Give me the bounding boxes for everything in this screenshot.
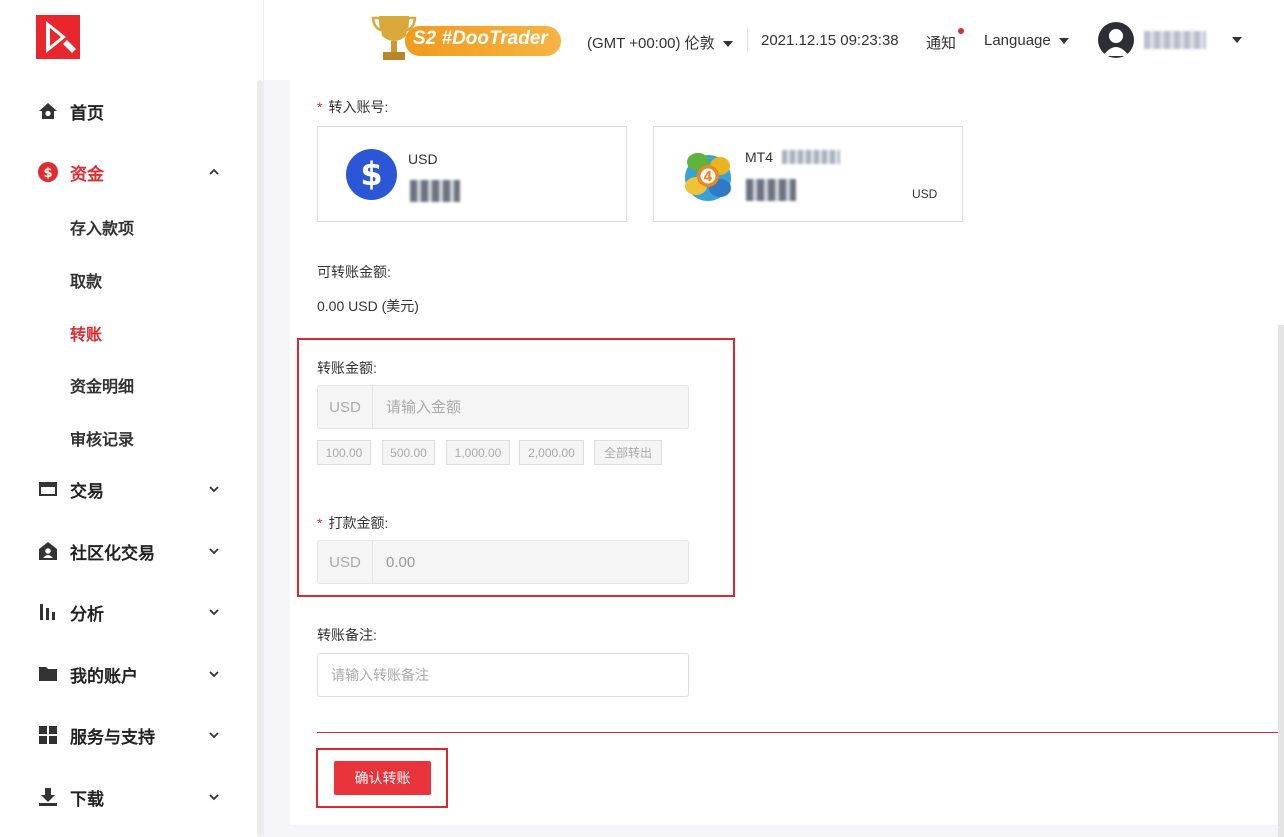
user-menu-caret-icon[interactable] — [1232, 37, 1242, 43]
account-number-blurred — [782, 150, 840, 164]
user-home-icon — [38, 541, 58, 561]
sidebar-subitem-deposit[interactable]: 存入款项 — [70, 215, 134, 239]
top-header: S2 #DooTrader (GMT +00:00) 伦敦 2021.12.15… — [264, 0, 1284, 80]
card-currency-name: USD — [408, 151, 438, 167]
chevron-down-icon — [209, 548, 219, 555]
timezone-label: (GMT +00:00) 伦敦 — [587, 35, 715, 52]
sidebar-subitem-fund-details[interactable]: 资金明细 — [70, 373, 134, 397]
card-platform-name: MT4 — [745, 149, 773, 165]
quick-amount-500[interactable]: 500.00 — [382, 440, 435, 465]
sidebar-item-label: 首页 — [70, 103, 104, 123]
notifications-link[interactable]: 通知 — [926, 32, 956, 53]
amount-label: 转账金额: — [317, 360, 377, 376]
server-datetime: 2021.12.15 09:23:38 — [761, 32, 899, 49]
dootrader-badge[interactable]: S2 #DooTrader — [371, 10, 561, 65]
amount-input[interactable] — [373, 386, 688, 428]
sidebar-item-label: 分析 — [70, 604, 104, 624]
dollar-circle-icon: $ — [38, 162, 58, 182]
amount-input-group: USD — [317, 385, 689, 429]
language-select[interactable]: Language — [984, 32, 1069, 49]
sidebar: 首页 $ 资金 存入款项 取款 转账 资金明细 审核记录 交易 社区化交易 分析 — [0, 0, 264, 837]
sidebar-item-funds[interactable]: $ 资金 — [0, 152, 250, 192]
notification-dot-icon — [958, 28, 964, 34]
sidebar-item-label: 下载 — [70, 789, 104, 809]
sidebar-item-service-support[interactable]: 服务与支持 — [0, 715, 250, 755]
account-card-usd[interactable]: $ USD — [317, 126, 627, 222]
sidebar-item-social-trading[interactable]: 社区化交易 — [0, 531, 250, 571]
sidebar-item-label: 服务与支持 — [70, 727, 155, 747]
sidebar-item-label: 交易 — [70, 481, 104, 501]
header-divider — [747, 28, 748, 52]
user-icon — [1103, 29, 1129, 56]
payment-amount-group: USD — [317, 540, 689, 584]
svg-text:$: $ — [43, 166, 52, 181]
svg-text:$: $ — [360, 155, 382, 193]
sidebar-item-analysis[interactable]: 分析 — [0, 592, 250, 632]
chevron-down-icon — [209, 732, 219, 739]
mt4-icon: 4 — [685, 153, 731, 201]
remark-label: 转账备注: — [317, 627, 377, 643]
balance-blurred — [746, 179, 796, 201]
badge-text: S2 #DooTrader — [413, 28, 548, 49]
sidebar-scrollbar[interactable] — [257, 80, 263, 837]
available-amount: 0.00 USD (美元) — [317, 298, 419, 314]
sidebar-item-label: 我的账户 — [70, 666, 138, 686]
chevron-down-icon — [209, 609, 219, 616]
sidebar-item-my-account[interactable]: 我的账户 — [0, 654, 250, 694]
main-scrollbar[interactable] — [1278, 325, 1284, 837]
sidebar-subitem-review-records[interactable]: 审核记录 — [70, 426, 134, 450]
payment-amount-label-text: 打款金额: — [328, 515, 389, 531]
svg-text:4: 4 — [703, 170, 712, 185]
sidebar-item-label: 资金 — [70, 164, 104, 184]
to-account-label: * 转入账号: — [317, 99, 389, 115]
caret-down-icon — [1058, 38, 1069, 45]
chevron-down-icon — [209, 486, 219, 493]
brand-logo[interactable] — [36, 15, 80, 59]
usd-dollar-icon: $ — [346, 149, 397, 200]
folder-icon — [38, 664, 58, 684]
sidebar-item-home[interactable]: 首页 — [0, 91, 250, 131]
download-icon — [38, 787, 58, 807]
username-blurred — [1144, 31, 1206, 49]
home-icon — [38, 101, 58, 121]
available-label: 可转账金额: — [317, 264, 391, 280]
chevron-down-icon — [209, 671, 219, 678]
remark-input-wrapper — [317, 653, 689, 697]
grid-icon — [38, 725, 58, 745]
remark-input[interactable] — [318, 654, 688, 696]
card-currency: USD — [912, 187, 938, 201]
payment-amount-field — [373, 541, 688, 583]
sidebar-subitem-transfer[interactable]: 转账 — [70, 321, 102, 345]
caret-down-icon — [722, 41, 733, 48]
language-label: Language — [984, 32, 1051, 49]
sidebar-item-trading[interactable]: 交易 — [0, 469, 250, 509]
to-account-label-text: 转入账号: — [328, 99, 389, 115]
confirm-transfer-button[interactable]: 确认转账 — [334, 761, 431, 795]
amount-currency-prefix: USD — [318, 386, 373, 428]
bar-chart-icon — [38, 602, 58, 622]
quick-amount-100[interactable]: 100.00 — [317, 440, 371, 465]
sidebar-subitem-withdraw[interactable]: 取款 — [70, 268, 102, 292]
quick-amount-2000[interactable]: 2,000.00 — [519, 440, 584, 465]
sidebar-item-download[interactable]: 下载 — [0, 777, 250, 817]
account-card-mt4[interactable]: 4 MT4 USD — [653, 126, 963, 222]
avatar[interactable] — [1098, 22, 1134, 58]
sidebar-item-label: 社区化交易 — [70, 543, 155, 563]
payment-currency-prefix: USD — [318, 541, 373, 583]
payment-amount-label: * 打款金额: — [317, 515, 389, 531]
balance-blurred — [410, 180, 460, 202]
transfer-all-button[interactable]: 全部转出 — [594, 440, 662, 465]
chevron-down-icon — [209, 794, 219, 801]
card-icon — [38, 479, 58, 499]
timezone-select[interactable]: (GMT +00:00) 伦敦 — [587, 32, 733, 53]
chevron-up-icon — [209, 168, 219, 175]
form-divider — [317, 732, 1279, 733]
quick-amount-1000[interactable]: 1,000.00 — [446, 440, 510, 465]
